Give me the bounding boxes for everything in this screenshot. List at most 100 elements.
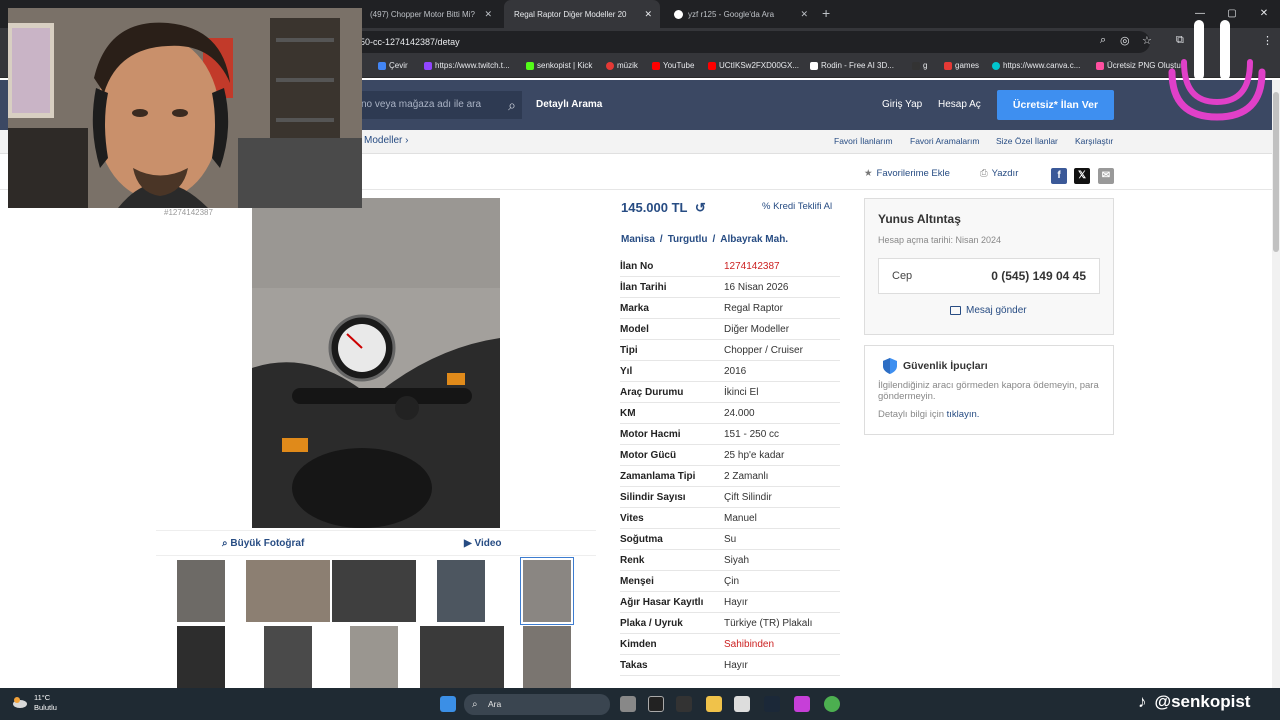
login-link[interactable]: Giriş Yap <box>882 99 922 110</box>
thumbnail[interactable] <box>523 626 571 688</box>
seller-name[interactable]: Yunus Altıntaş <box>878 212 961 226</box>
thumbnail[interactable] <box>332 560 416 622</box>
close-icon[interactable]: ✕ <box>644 9 652 20</box>
spec-row: Vites Manuel <box>620 508 840 529</box>
steam-icon[interactable] <box>764 696 780 712</box>
phone-number[interactable]: 0 (545) 149 04 45 <box>991 269 1086 283</box>
search-input[interactable]: no veya mağaza adı ile ara ⌕ <box>355 91 522 119</box>
bookmark-item[interactable]: Rodin - Free AI 3D... <box>810 61 894 70</box>
thumbnail[interactable] <box>350 626 398 688</box>
bookmark-item[interactable]: UCtIKSw2FXD00GX... <box>708 61 799 70</box>
taskbar-search[interactable]: ⌕ Ara <box>464 694 610 715</box>
windows-start-icon[interactable] <box>440 696 456 712</box>
special-listings-link[interactable]: Size Özel İlanlar <box>996 136 1058 146</box>
epic-games-icon[interactable] <box>676 696 692 712</box>
phone-box: Cep 0 (545) 149 04 45 <box>878 258 1100 294</box>
bookmark-item[interactable]: g <box>912 61 927 70</box>
webcam-overlay <box>8 8 362 208</box>
tab-listing[interactable]: Regal Raptor Diğer Modeller 20 ✕ <box>504 0 660 28</box>
task-view-icon[interactable] <box>620 696 636 712</box>
eye-off-icon[interactable]: ◎ <box>1120 34 1130 47</box>
bookmark-item[interactable]: Çevir <box>378 61 408 70</box>
thumbnail[interactable] <box>420 626 504 688</box>
bookmark-item[interactable]: müzik <box>606 61 638 70</box>
spec-row: Zamanlama Tipi 2 Zamanlı <box>620 466 840 487</box>
favorite-searches-link[interactable]: Favori Aramalarım <box>910 136 979 146</box>
tab-youtube[interactable]: (497) Chopper Motor Bitti Mi? ✕ <box>360 0 500 28</box>
spec-row: Soğutma Su <box>620 529 840 550</box>
phone-label: Cep <box>892 270 913 282</box>
location-district[interactable]: Turgutlu <box>668 234 708 245</box>
close-icon[interactable]: ✕ <box>800 9 808 20</box>
favorite-listings-link[interactable]: Favori İlanlarım <box>834 136 893 146</box>
send-message-button[interactable]: Mesaj gönder <box>950 305 1027 316</box>
more-info-link[interactable]: tıklayın. <box>947 409 980 420</box>
store-icon[interactable] <box>734 696 750 712</box>
spec-row: Araç Durumu İkinci El <box>620 382 840 403</box>
thumbnail[interactable] <box>246 560 330 622</box>
bookmark-item[interactable]: https://www.twitch.t... <box>424 61 510 70</box>
star-icon[interactable]: ☆ <box>1142 34 1152 47</box>
temperature: 11°C <box>34 693 51 702</box>
bookmark-item[interactable]: https://www.canva.c... <box>992 61 1080 70</box>
cloud-icon <box>13 697 27 708</box>
location-city[interactable]: Manisa <box>621 234 655 245</box>
new-tab-button[interactable]: + <box>822 5 830 21</box>
add-favorite-button[interactable]: ★ Favorilerime Ekle <box>864 168 950 179</box>
tiktok-icon: ♪ <box>1138 692 1147 711</box>
thumbnail-selected[interactable] <box>520 557 574 625</box>
price-history-icon[interactable]: ↺ <box>695 200 706 215</box>
thumbnail[interactable] <box>177 560 225 622</box>
main-photo[interactable] <box>252 198 500 528</box>
translate-icon <box>378 61 386 70</box>
thumbnail[interactable] <box>437 560 485 622</box>
page-scrollbar[interactable] <box>1272 80 1280 688</box>
email-icon[interactable]: ✉ <box>1098 168 1114 184</box>
safety-description: İlgilendiğiniz aracı görmeden kapora öde… <box>878 380 1099 402</box>
kick-icon <box>526 61 534 70</box>
app-icon[interactable] <box>794 696 810 712</box>
youtube-icon <box>652 61 660 70</box>
zoom-icon: ⌕ <box>222 538 228 549</box>
location-neighborhood[interactable]: Albayrak Mah. <box>720 234 788 245</box>
x-icon[interactable]: 𝕏 <box>1074 168 1090 184</box>
zoom-icon[interactable]: ⌕ <box>1100 34 1106 47</box>
file-explorer-icon[interactable] <box>706 696 722 712</box>
close-icon[interactable]: ✕ <box>484 9 492 20</box>
bookmark-item[interactable]: YouTube <box>652 61 694 70</box>
thumbnail[interactable] <box>177 626 225 688</box>
motorcycle-photo <box>252 198 500 528</box>
spec-row: Ağır Hasar Kayıtlı Hayır <box>620 592 840 613</box>
big-photo-button[interactable]: ⌕ Büyük Fotoğraf <box>222 538 304 549</box>
twitch-icon <box>424 61 432 70</box>
png-icon <box>1096 61 1104 70</box>
youtube-icon <box>708 61 716 70</box>
star-icon: ★ <box>864 168 873 179</box>
scroll-thumb[interactable] <box>1273 92 1279 252</box>
compare-link[interactable]: Karşılaştır <box>1075 136 1113 146</box>
chrome-icon[interactable] <box>824 696 840 712</box>
spec-row: Model Diğer Modeller <box>620 319 840 340</box>
post-ad-button[interactable]: Ücretsiz* İlan Ver <box>997 90 1114 120</box>
print-button[interactable]: ⎙ Yazdır <box>980 168 1018 179</box>
bookmark-item[interactable]: games <box>944 61 979 70</box>
account-since: Hesap açma tarihi: Nisan 2024 <box>878 235 1002 245</box>
app-icon[interactable] <box>648 696 664 712</box>
search-icon[interactable]: ⌕ <box>508 91 516 119</box>
thumbnail[interactable] <box>264 626 312 688</box>
video-button[interactable]: ▶ Video <box>464 538 502 549</box>
webcam-image <box>8 8 362 208</box>
bookmark-item[interactable]: senkopist | Kick <box>526 61 592 70</box>
detailed-search-link[interactable]: Detaylı Arama <box>536 99 602 110</box>
tab-google[interactable]: yzf r125 - Google'da Ara ✕ <box>664 0 816 28</box>
facebook-icon[interactable]: f <box>1051 168 1067 184</box>
kick-k-icon <box>912 61 920 70</box>
url-field[interactable]: 50-cc-1274142387/detay <box>350 31 1150 53</box>
credit-offer-link[interactable]: % Kredi Teklifi Al <box>762 201 832 212</box>
seller-card: Yunus Altıntaş Hesap açma tarihi: Nisan … <box>864 198 1114 335</box>
percent-icon: % <box>762 201 771 212</box>
breadcrumb[interactable]: Modeller › <box>364 135 408 146</box>
rodin-icon <box>810 61 818 70</box>
search-icon: ⌕ <box>472 699 478 710</box>
register-link[interactable]: Hesap Aç <box>938 99 981 110</box>
